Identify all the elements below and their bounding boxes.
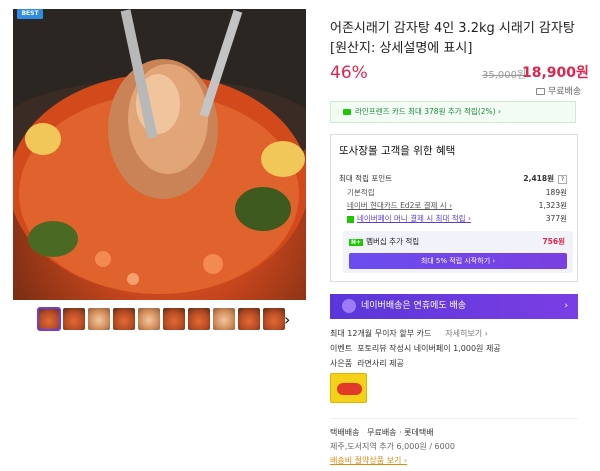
thumbnail-2[interactable] <box>63 308 85 330</box>
product-main-image[interactable] <box>13 9 306 300</box>
card-points-link[interactable]: 네이버 현대카드 Ed2로 결제 시 › <box>339 200 452 211</box>
original-price: 35,000원 <box>482 70 527 81</box>
membership-label: 멤버십 추가 적립 <box>366 237 420 246</box>
delivery-row: 택배배송 무료배송 · 롯데택배 <box>330 427 434 438</box>
npay-points-link[interactable]: 네이버페이 머니 결제 시 최대 적립 › <box>357 214 471 223</box>
thumbnail-3[interactable] <box>88 308 110 330</box>
ramen-label-shape <box>337 383 362 395</box>
npay-points-value: 377원 <box>545 214 567 223</box>
thumbnail-6[interactable] <box>163 308 185 330</box>
membership-start-button[interactable]: 최대 5% 적립 시작하기 › <box>349 253 567 269</box>
installment-row: 최대 12개월 무이자 할부 카드 자세히보기 › <box>330 328 488 339</box>
thumbnail-5[interactable] <box>138 308 160 330</box>
max-points-row: 최대 적립 포인트 2,418원? <box>339 173 567 184</box>
installment-label: 최대 12개월 무이자 할부 카드 <box>330 329 432 338</box>
card-icon <box>343 109 351 115</box>
delivery-values: 무료배송 · 롯데택배 <box>367 428 434 437</box>
max-points-value: 2,418원 <box>523 174 554 183</box>
naver-delivery-text: 네이버배송은 연휴에도 배송 <box>361 301 467 311</box>
basic-points-label: 기본적립 <box>347 188 375 197</box>
thumbnail-strip <box>37 307 285 331</box>
shipping-saver-link[interactable]: 배송비 절약상품 보기 › <box>330 455 407 466</box>
free-shipping-tag: 무료배송 <box>536 84 581 97</box>
card-benefit-banner[interactable]: 라인프렌즈 카드 최대 378원 추가 적립(2%) › <box>330 101 576 123</box>
truck-icon <box>536 88 545 95</box>
event-text: 포토리뷰 작성시 네이버페이 1,000원 제공 <box>357 344 501 353</box>
thumbnail-4[interactable] <box>113 308 135 330</box>
divider <box>330 418 578 419</box>
max-points-label: 최대 적립 포인트 <box>339 174 393 183</box>
stew-illustration <box>13 9 306 294</box>
npay-points-row: 네이버페이 머니 결제 시 최대 적립 › 377원 <box>339 213 567 224</box>
card-points-value: 1,323원 <box>538 201 567 210</box>
free-shipping-label: 무료배송 <box>548 87 582 97</box>
basic-points-value: 189원 <box>545 188 567 197</box>
basic-points-row: 기본적립 189원 <box>339 187 567 198</box>
membership-value: 756원 <box>542 237 565 246</box>
card-benefit-text: 라인프렌즈 카드 최대 378원 추가 적립(2%) › <box>355 107 501 116</box>
naver-delivery-icon <box>342 298 356 313</box>
benefit-panel: 또사장몰 고객을 위한 혜택 최대 적립 포인트 2,418원? 기본적립 18… <box>330 134 578 282</box>
event-row: 이벤트 포토리뷰 작성시 네이버페이 1,000원 제공 <box>330 343 501 354</box>
sale-price: 18,900원 <box>522 65 589 81</box>
membership-row: N+ 멤버십 추가 적립 756원 <box>349 236 565 247</box>
chevron-right-icon: › <box>564 301 568 311</box>
event-label: 이벤트 <box>330 344 353 353</box>
chevron-right-icon[interactable]: › <box>284 312 296 328</box>
membership-box: N+ 멤버십 추가 적립 756원 최대 5% 적립 시작하기 › <box>343 231 573 273</box>
gift-row: 사은품 라면사리 제공 <box>330 358 404 369</box>
discount-rate: 46% <box>330 63 368 83</box>
help-icon[interactable]: ? <box>558 175 567 184</box>
npay-icon <box>347 215 354 223</box>
delivery-extra: 제주,도서지역 추가 6,000원 / 6000 <box>330 442 455 451</box>
delivery-label: 택배배송 <box>330 428 360 437</box>
card-points-row: 네이버 현대카드 Ed2로 결제 시 › 1,323원 <box>339 200 567 211</box>
benefit-title: 또사장몰 고객을 위한 혜택 <box>339 145 456 157</box>
thumbnail-7[interactable] <box>188 308 210 330</box>
gift-text: 라면사리 제공 <box>357 359 404 368</box>
naver-delivery-banner[interactable]: 네이버배송은 연휴에도 배송 › <box>330 294 578 319</box>
gift-label: 사은품 <box>330 359 353 368</box>
thumbnail-8[interactable] <box>213 308 235 330</box>
nplus-icon: N+ <box>349 239 364 246</box>
thumbnail-1[interactable] <box>37 307 61 331</box>
installment-detail-link[interactable]: 자세히보기 › <box>445 329 488 338</box>
thumbnail-9[interactable] <box>238 308 260 330</box>
best-badge: BEST <box>17 9 43 19</box>
thumbnail-10[interactable] <box>263 308 285 330</box>
product-title: 어존시래기 감자탕 4인 3.2kg 시래기 감자탕 [원산지: 상세설명에 표… <box>330 21 575 56</box>
gift-ramen-image <box>330 373 367 403</box>
